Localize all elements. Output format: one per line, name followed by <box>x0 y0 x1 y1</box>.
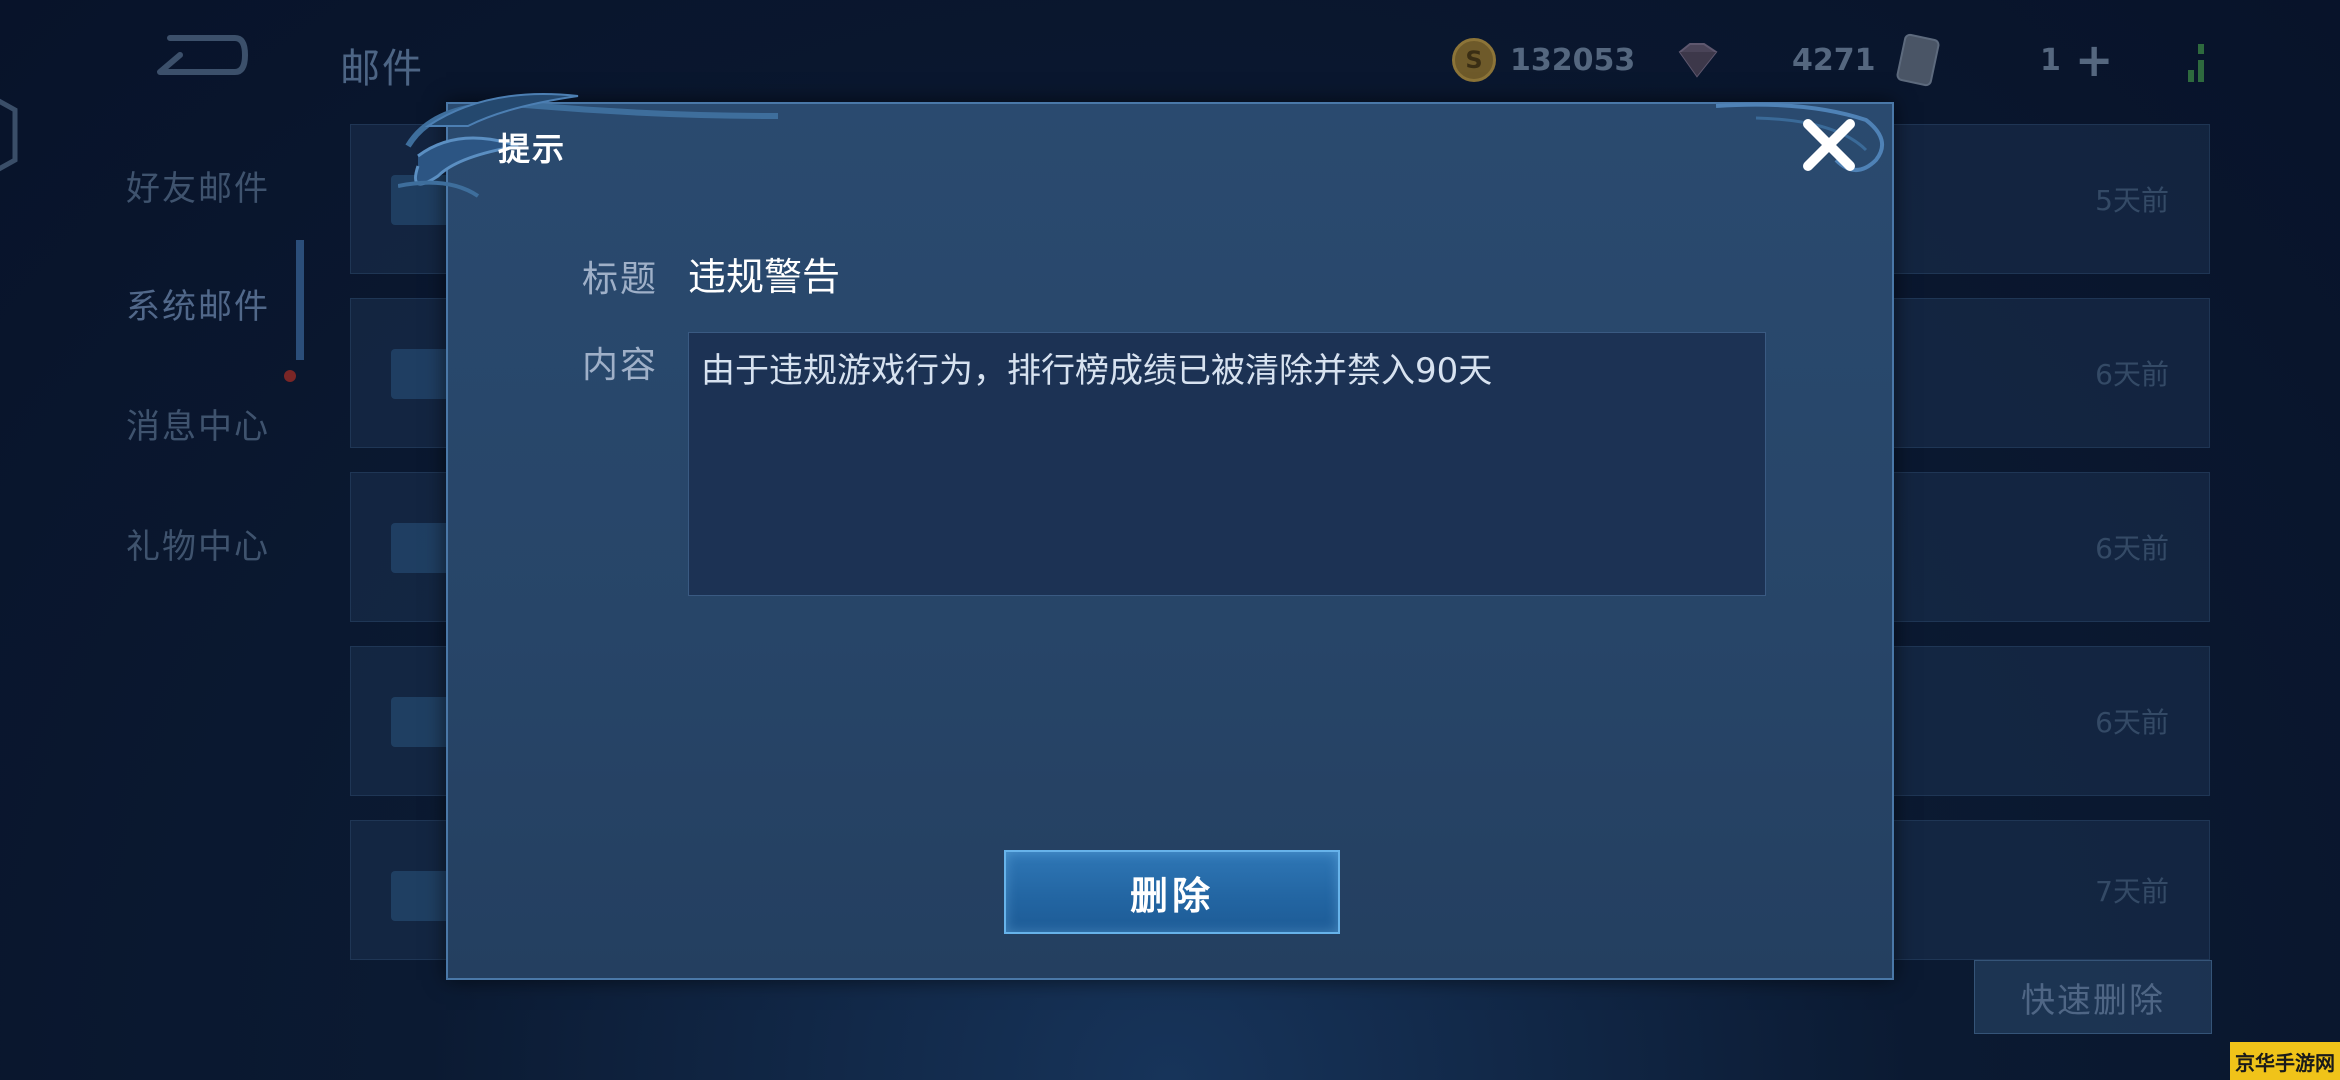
signal-icon <box>2188 44 2204 82</box>
content-text-area: 由于违规游戏行为，排行榜成绩已被清除并禁入90天 <box>688 332 1766 596</box>
sidebar-item-label: 礼物中心 <box>126 526 270 567</box>
card-icon <box>1895 32 1941 88</box>
sidebar-item-label: 系统邮件 <box>126 286 270 327</box>
subject-value: 违规警告 <box>688 255 841 299</box>
mail-icon <box>391 697 451 747</box>
gold-amount: 132053 <box>1510 42 1636 78</box>
watermark: 京华手游网 <box>2230 1042 2340 1080</box>
content-label: 内容 <box>582 345 659 386</box>
back-icon[interactable] <box>150 30 250 80</box>
mail-time: 6天前 <box>2095 532 2169 565</box>
mail-icon <box>391 523 451 573</box>
mail-icon <box>391 871 451 921</box>
dialog-title: 提示 <box>498 130 567 168</box>
mail-time: 5天前 <box>2095 184 2169 217</box>
sidebar-item-gift-center[interactable]: 礼物中心 <box>0 498 300 588</box>
cloud-ornament-icon <box>398 93 779 198</box>
sidebar-item-system-mail[interactable]: 系统邮件 <box>0 258 300 348</box>
close-icon[interactable] <box>1796 112 1862 178</box>
diamond-balance: 4271 <box>1672 38 1876 82</box>
delete-button[interactable]: 删除 <box>1004 850 1340 934</box>
notification-dot <box>284 370 296 382</box>
sidebar-item-label: 消息中心 <box>126 406 270 447</box>
card-balance: 1 + <box>1895 32 2114 88</box>
prompt-dialog: 提示 标题 违规警告 内容 由于违规游戏行为，排行榜成绩已被清除并禁入90天 删… <box>398 93 1894 980</box>
mail-time: 6天前 <box>2095 706 2169 739</box>
sidebar-active-indicator <box>296 240 304 360</box>
plus-icon[interactable]: + <box>2075 37 2114 83</box>
diamond-amount: 4271 <box>1792 42 1876 78</box>
quick-delete-button[interactable]: 快速删除 <box>1974 960 2212 1034</box>
sidebar-item-message-center[interactable]: 消息中心 <box>0 378 300 468</box>
mail-time: 6天前 <box>2095 358 2169 391</box>
card-amount: 1 <box>2040 42 2061 78</box>
sidebar-item-label: 好友邮件 <box>126 168 270 209</box>
subject-label: 标题 <box>582 259 659 300</box>
gem-icon <box>1678 43 1718 78</box>
mail-time: 7天前 <box>2095 875 2169 908</box>
content-text: 由于违规游戏行为，排行榜成绩已被清除并禁入90天 <box>701 351 1493 391</box>
gold-coin-icon: S <box>1452 38 1496 82</box>
mail-icon <box>391 349 451 399</box>
gold-balance: S 132053 <box>1452 38 1635 82</box>
sidebar-item-friend-mail[interactable]: 好友邮件 <box>0 140 300 230</box>
